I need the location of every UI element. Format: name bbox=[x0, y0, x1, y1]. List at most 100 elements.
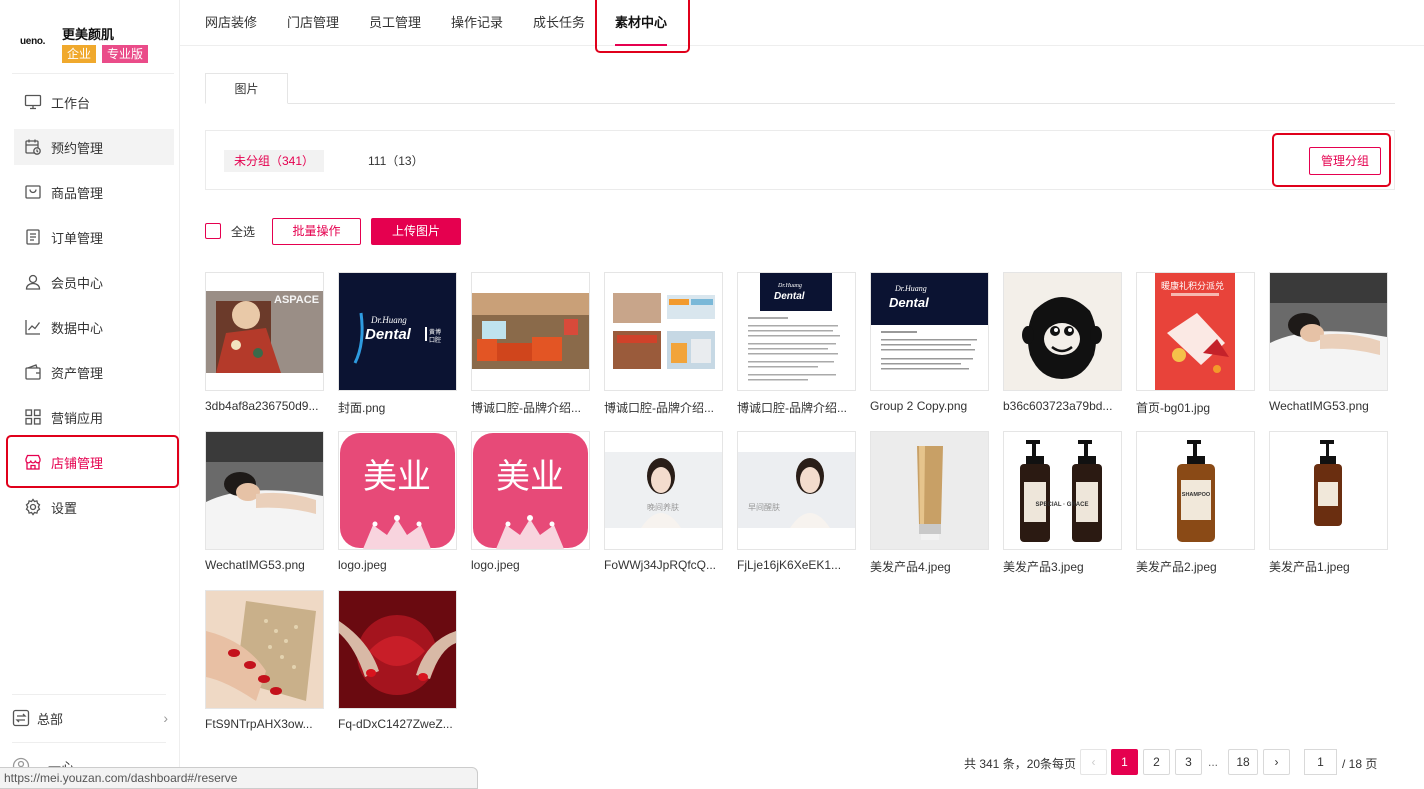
calendar-icon bbox=[24, 138, 42, 156]
gear-icon bbox=[24, 498, 42, 516]
page-1-button[interactable]: 1 bbox=[1111, 749, 1138, 775]
group-ungrouped[interactable]: 未分组（341） bbox=[224, 150, 325, 172]
image-name: 美发产品4.jpeg bbox=[870, 560, 951, 574]
sidebar-item-settings[interactable]: 设置 bbox=[14, 489, 174, 525]
sub-tab-bar: 图片 bbox=[205, 73, 1395, 104]
image-card[interactable]: 博诚口腔-品牌介绍... bbox=[471, 272, 590, 422]
enterprise-badge: 企业 bbox=[62, 45, 97, 63]
svg-text:口腔: 口腔 bbox=[429, 336, 441, 344]
brand-logo: ueno. bbox=[20, 36, 46, 47]
sidebar-item-label: 数据中心 bbox=[51, 320, 104, 336]
image-card[interactable]: 美发产品1.jpeg bbox=[1269, 431, 1388, 581]
user-icon bbox=[24, 273, 42, 291]
sidebar-item-members[interactable]: 会员中心 bbox=[14, 264, 174, 300]
manage-groups-button[interactable]: 管理分组 bbox=[1309, 147, 1381, 175]
image-name: 博诚口腔-品牌介绍... bbox=[471, 401, 581, 415]
tab-operation-log[interactable]: 操作记录 bbox=[451, 0, 503, 46]
sidebar-item-label: 会员中心 bbox=[51, 275, 104, 291]
tab-staff-management[interactable]: 员工管理 bbox=[369, 0, 421, 46]
image-card[interactable]: 美业 logo.jpeg bbox=[338, 431, 457, 581]
sidebar-item-workbench[interactable]: 工作台 bbox=[14, 84, 174, 120]
image-thumbnail: Dr.Huang Dental bbox=[737, 272, 856, 391]
image-thumbnail bbox=[471, 272, 590, 391]
image-thumbnail bbox=[1003, 272, 1122, 391]
sidebar-item-label: 订单管理 bbox=[51, 230, 104, 246]
tab-growth-tasks[interactable]: 成长任务 bbox=[533, 0, 585, 46]
sidebar-item-marketing[interactable]: 营销应用 bbox=[14, 399, 174, 435]
image-thumbnail: Dr.Huang Dental bbox=[870, 272, 989, 391]
image-name: 美发产品1.jpeg bbox=[1269, 560, 1350, 574]
image-card[interactable]: 暖康礼积分派兑 首页-bg01.jpg bbox=[1136, 272, 1255, 422]
divider bbox=[12, 73, 174, 74]
sidebar-item-orders[interactable]: 订单管理 bbox=[14, 219, 174, 255]
sidebar-item-assets[interactable]: 资产管理 bbox=[14, 354, 174, 390]
image-thumbnail: Dr.Huang Dental 黄博 口腔 bbox=[338, 272, 457, 391]
sidebar-item-label: 营销应用 bbox=[51, 410, 104, 426]
brand-text: Dental bbox=[774, 291, 805, 302]
image-card[interactable]: 晚间养肤 FoWWj34JpRQfcQ... bbox=[604, 431, 723, 581]
image-thumbnail bbox=[205, 590, 324, 709]
sidebar-item-goods[interactable]: 商品管理 bbox=[14, 174, 174, 210]
image-name: WechatIMG53.png bbox=[205, 558, 305, 572]
image-card[interactable]: Fq-dDxC1427ZweZ... bbox=[338, 590, 457, 740]
image-thumbnail bbox=[1269, 272, 1388, 391]
brand-text: Dental bbox=[365, 326, 412, 343]
image-thumbnail: SPECIAL · GRACE bbox=[1003, 431, 1122, 550]
next-page-button[interactable]: › bbox=[1263, 749, 1290, 775]
sidebar-item-label: 资产管理 bbox=[51, 365, 104, 381]
page-jump-input[interactable] bbox=[1304, 749, 1337, 775]
image-name: WechatIMG53.png bbox=[1269, 399, 1369, 413]
page-3-button[interactable]: 3 bbox=[1175, 749, 1202, 775]
divider bbox=[12, 694, 166, 695]
image-name: 博诚口腔-品牌介绍... bbox=[737, 401, 847, 415]
brand-text: SHAMPOO bbox=[1182, 492, 1211, 498]
top-tab-bar: 网店装修 门店管理 员工管理 操作记录 成长任务 素材中心 bbox=[180, 0, 1424, 46]
page-18-button[interactable]: 18 bbox=[1228, 749, 1258, 775]
image-card[interactable]: SHAMPOO 美发产品2.jpeg bbox=[1136, 431, 1255, 581]
image-card[interactable]: b36c603723a79bd... bbox=[1003, 272, 1122, 422]
image-card[interactable]: ASPACE 3db4af8a236750d9... bbox=[205, 272, 324, 422]
sidebar-item-store[interactable]: 店铺管理 bbox=[14, 444, 174, 480]
sidebar-item-reservation[interactable]: 预约管理 bbox=[14, 129, 174, 165]
image-card[interactable]: SPECIAL · GRACE 美发产品3.jpeg bbox=[1003, 431, 1122, 581]
image-card[interactable]: WechatIMG53.png bbox=[1269, 272, 1388, 422]
image-card[interactable]: Dr.Huang Dental Group 2 Copy.png bbox=[870, 272, 989, 422]
wallet-icon bbox=[24, 363, 42, 381]
list-icon bbox=[24, 228, 42, 246]
prev-page-button[interactable]: ‹ bbox=[1080, 749, 1107, 775]
image-card[interactable]: Dr.Huang Dental 博诚口腔-品牌介绍... bbox=[737, 272, 856, 422]
chevron-right-icon: › bbox=[163, 710, 168, 726]
sidebar-item-data[interactable]: 数据中心 bbox=[14, 309, 174, 345]
image-name: FtS9NTrpAHX3ow... bbox=[205, 717, 313, 731]
tab-shop-decoration[interactable]: 网店装修 bbox=[205, 0, 257, 46]
image-thumbnail bbox=[1269, 431, 1388, 550]
image-card[interactable]: FtS9NTrpAHX3ow... bbox=[205, 590, 324, 740]
group-111[interactable]: 111（13） bbox=[358, 150, 434, 172]
svg-text:Dr.Huang: Dr.Huang bbox=[370, 315, 407, 325]
image-card[interactable]: 美业 logo.jpeg bbox=[471, 431, 590, 581]
svg-text:Dr.Huang: Dr.Huang bbox=[894, 284, 927, 293]
sidebar-item-label: 预约管理 bbox=[51, 140, 104, 156]
select-all-checkbox[interactable] bbox=[205, 223, 221, 239]
upload-image-button[interactable]: 上传图片 bbox=[371, 218, 461, 245]
brand-text: 早间醒肤 bbox=[748, 502, 780, 512]
image-card[interactable]: 博诚口腔-品牌介绍... bbox=[604, 272, 723, 422]
image-thumbnail: ASPACE bbox=[205, 272, 324, 391]
tab-store-management[interactable]: 门店管理 bbox=[287, 0, 339, 46]
image-card[interactable]: 美发产品4.jpeg bbox=[870, 431, 989, 581]
page-2-button[interactable]: 2 bbox=[1143, 749, 1170, 775]
image-card[interactable]: WechatIMG53.png bbox=[205, 431, 324, 581]
batch-action-button[interactable]: 批量操作 bbox=[272, 218, 361, 245]
tab-material-center[interactable]: 素材中心 bbox=[615, 0, 668, 46]
image-card[interactable]: 早间醒肤 FjLje16jK6XeEK1... bbox=[737, 431, 856, 581]
image-name: logo.jpeg bbox=[471, 558, 520, 572]
image-name: FjLje16jK6XeEK1... bbox=[737, 558, 842, 572]
headquarters-switch[interactable]: 总部 › bbox=[12, 700, 168, 736]
image-name: b36c603723a79bd... bbox=[1003, 399, 1113, 413]
sidebar-item-label: 店铺管理 bbox=[51, 455, 104, 471]
pagination-total: 共 341 条，20条每页 bbox=[964, 757, 1077, 771]
image-thumbnail: 暖康礼积分派兑 bbox=[1136, 272, 1255, 391]
tab-images[interactable]: 图片 bbox=[205, 73, 288, 104]
image-name: 封面.png bbox=[338, 401, 386, 415]
image-card[interactable]: Dr.Huang Dental 黄博 口腔 封面.png bbox=[338, 272, 457, 422]
